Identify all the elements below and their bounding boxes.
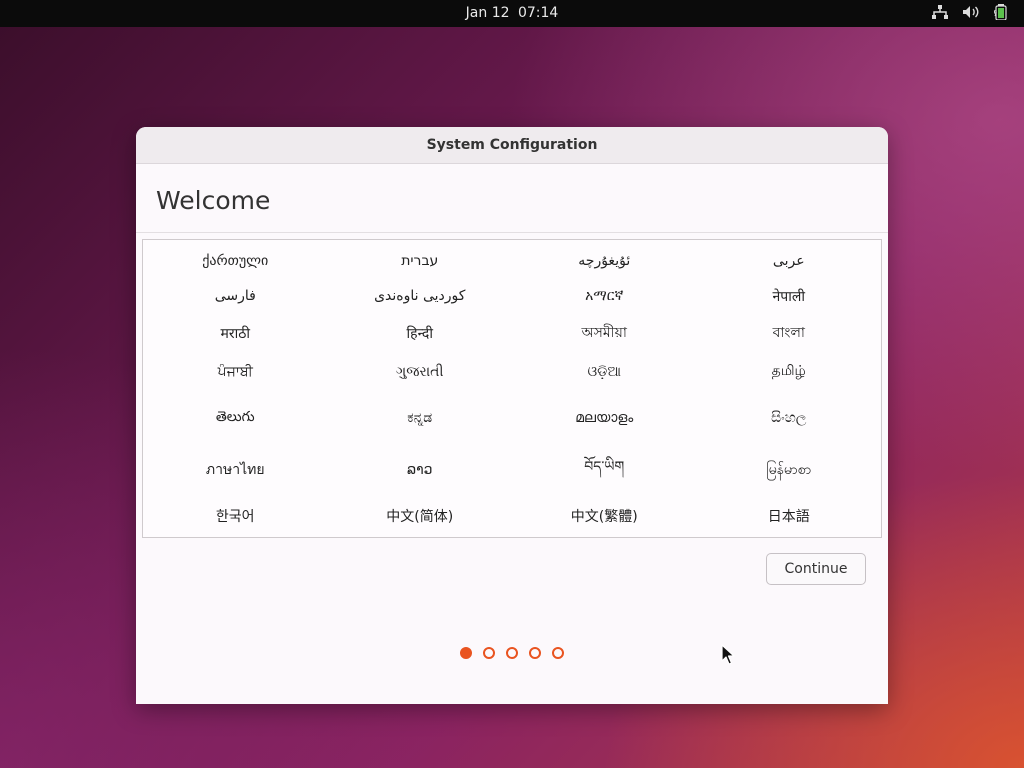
language-option[interactable]: অসমীয়া xyxy=(512,314,697,352)
language-option[interactable]: བོད་ཡིག xyxy=(512,444,697,496)
language-option[interactable]: ئۇيغۇرچە xyxy=(512,244,697,278)
page-dot-3 xyxy=(506,647,518,659)
network-icon[interactable] xyxy=(932,5,948,19)
language-option[interactable]: አማርኛ xyxy=(512,278,697,314)
language-list[interactable]: ქართული עברית ئۇيغۇرچە عربى فارسی کوردیی ناوە… xyxy=(142,239,882,538)
language-option[interactable]: ଓଡ଼ିଆ xyxy=(512,352,697,392)
page-indicator xyxy=(136,647,888,659)
page-dot-4 xyxy=(529,647,541,659)
clock-date: Jan 12 xyxy=(465,5,510,21)
language-option[interactable]: தமிழ் xyxy=(697,352,882,392)
language-option[interactable]: ქართული xyxy=(143,244,328,278)
language-option[interactable]: မြန်မာစာ xyxy=(697,444,882,496)
page-title: Welcome xyxy=(156,186,271,215)
language-option[interactable]: తెలుగు xyxy=(143,392,328,444)
system-configuration-dialog: System Configuration Welcome ქართული עברי… xyxy=(136,127,888,704)
battery-icon[interactable] xyxy=(994,4,1008,20)
dialog-title: System Configuration xyxy=(136,127,888,164)
continue-button[interactable]: Continue xyxy=(766,553,866,585)
clock[interactable]: Jan 12 07:14 xyxy=(0,5,1024,21)
clock-time: 07:14 xyxy=(517,5,559,21)
language-option[interactable]: عربى xyxy=(697,244,882,278)
system-tray[interactable] xyxy=(932,4,1008,20)
language-option[interactable]: नेपाली xyxy=(697,278,882,314)
language-grid: ქართული עברית ئۇيغۇرچە عربى فارسی کوردیی ناوە… xyxy=(143,240,881,537)
language-option[interactable]: ગુજરાતી xyxy=(328,352,513,392)
language-option[interactable]: हिन्दी xyxy=(328,314,513,352)
page-dot-1 xyxy=(460,647,472,659)
welcome-header: Welcome xyxy=(136,164,888,233)
language-option[interactable]: ਪੰਜਾਬੀ xyxy=(143,352,328,392)
language-option[interactable]: 日本語 xyxy=(697,496,882,536)
language-option[interactable]: 中文(简体) xyxy=(328,496,513,536)
page-dot-2 xyxy=(483,647,495,659)
language-option[interactable]: 한국어 xyxy=(143,496,328,536)
language-option[interactable]: کوردیی ناوەندی xyxy=(328,278,513,314)
language-option[interactable]: বাংলা xyxy=(697,314,882,352)
language-option[interactable]: ภาษาไทย xyxy=(143,444,328,496)
language-option[interactable]: ລາວ xyxy=(328,444,513,496)
top-bar: Jan 12 07:14 xyxy=(0,0,1024,27)
language-option[interactable]: मराठी xyxy=(143,314,328,352)
mouse-pointer-icon xyxy=(721,644,735,665)
page-dot-5 xyxy=(552,647,564,659)
language-option[interactable]: עברית xyxy=(328,244,513,278)
language-option[interactable]: 中文(繁體) xyxy=(512,496,697,536)
language-option[interactable]: മലയാളം xyxy=(512,392,697,444)
language-option[interactable]: ಕನ್ನಡ xyxy=(328,392,513,444)
language-option[interactable]: සිංහල xyxy=(697,392,882,444)
volume-icon[interactable] xyxy=(962,5,980,19)
language-option[interactable]: فارسی xyxy=(143,278,328,314)
